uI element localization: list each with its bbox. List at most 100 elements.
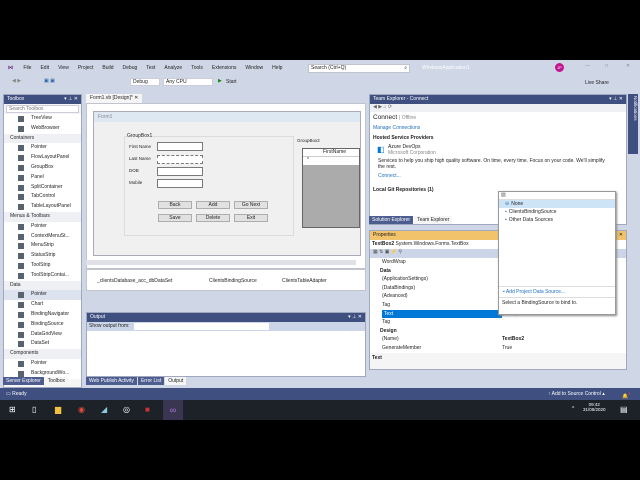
- access-icon[interactable]: ■: [145, 405, 150, 414]
- toolbox-item[interactable]: SplitContainer: [4, 183, 81, 193]
- menu-analyze[interactable]: Analyze: [164, 65, 182, 71]
- toolbox-category[interactable]: Containers: [4, 133, 81, 144]
- close-icon[interactable]: ▾ ⊥ ✕: [609, 96, 623, 103]
- live-share-button[interactable]: Live Share: [585, 80, 609, 86]
- tab-form1-design[interactable]: Form1.vb [Design]* ✕: [86, 94, 143, 103]
- menu-file[interactable]: File: [23, 65, 31, 71]
- close-icon[interactable]: ▾ ⊥ ✕: [348, 314, 362, 321]
- connect-link[interactable]: Connect...: [370, 171, 626, 181]
- toolbox-category[interactable]: Menus & Toolbars: [4, 211, 81, 222]
- menu-debug[interactable]: Debug: [123, 65, 138, 71]
- visual-studio-taskbar-icon[interactable]: ∞: [163, 400, 183, 420]
- add-project-data-source-link[interactable]: ▪ Add Project Data Source...: [499, 286, 615, 297]
- grid-new-row[interactable]: *: [303, 157, 359, 165]
- dataset-component[interactable]: _clientsDatabase_acc_dbDataSet: [97, 278, 172, 284]
- close-icon[interactable]: ▾ ⊥ ✕: [64, 96, 78, 103]
- toolbox-item[interactable]: GroupBox: [4, 163, 81, 173]
- save-button[interactable]: Save: [158, 214, 192, 222]
- notifications-strip[interactable]: Notifications: [628, 94, 638, 154]
- toolbox-item[interactable]: ContextMenuSt...: [4, 232, 81, 242]
- toolbox-item[interactable]: FlowLayoutPanel: [4, 153, 81, 163]
- tab-server-explorer[interactable]: Server Explorer: [3, 377, 44, 385]
- popup-item-clientsbindingsource[interactable]: ▪ ClientsBindingSource: [499, 208, 615, 216]
- go-next-button[interactable]: Go Next: [234, 201, 268, 209]
- menu-project[interactable]: Project: [78, 65, 94, 71]
- property-row[interactable]: Tag: [370, 318, 626, 327]
- property-value[interactable]: True: [502, 344, 512, 353]
- toolbox-item[interactable]: Pointer: [4, 222, 81, 232]
- tab-toolbox[interactable]: Toolbox: [44, 377, 68, 385]
- source-control-button[interactable]: ↑ Add to Source Control ▴: [548, 388, 605, 400]
- toolbox-item[interactable]: TabControl: [4, 192, 81, 202]
- menu-test[interactable]: Test: [146, 65, 155, 71]
- property-row[interactable]: GenerateMember True: [370, 344, 626, 353]
- menu-view[interactable]: View: [58, 65, 69, 71]
- save-icon[interactable]: ▣ ▣: [44, 78, 55, 84]
- toolbox-item[interactable]: BindingSource: [4, 320, 81, 330]
- grid-column-header[interactable]: FirstName: [303, 149, 359, 157]
- hosted-providers-heading[interactable]: Hosted Service Providers: [370, 133, 626, 143]
- task-view-icon[interactable]: ▯: [32, 405, 36, 414]
- search-input[interactable]: Search (Ctrl+Q) ⌕: [308, 64, 410, 73]
- form1[interactable]: Form1 GroupBox1 First Name Last Name DOB…: [93, 111, 361, 256]
- toolbox-item[interactable]: DataGridView: [4, 330, 81, 340]
- property-value[interactable]: TextBox2: [502, 335, 524, 344]
- menu-extensions[interactable]: Extensions: [212, 65, 236, 71]
- toolbox-item[interactable]: Pointer: [4, 290, 81, 301]
- dob-textbox[interactable]: [157, 167, 203, 176]
- menu-help[interactable]: Help: [272, 65, 282, 71]
- tab-web-publish-activity[interactable]: Web Publish Activity: [86, 377, 137, 385]
- add-button[interactable]: Add: [196, 201, 230, 209]
- tab-error-list[interactable]: Error List: [137, 377, 165, 385]
- action-center-icon[interactable]: ▤: [620, 405, 628, 414]
- toolbox-item[interactable]: WebBrowser: [4, 124, 81, 134]
- back-icon[interactable]: ◀ ▶: [12, 78, 21, 84]
- mobile-textbox[interactable]: [157, 179, 203, 188]
- popup-item-other-data-sources[interactable]: ▪ Other Data Sources: [499, 216, 615, 224]
- toolbox-item[interactable]: BindingNavigator: [4, 310, 81, 320]
- toolbox-item[interactable]: ToolStripContai...: [4, 271, 81, 281]
- toolbox-item[interactable]: DataSet: [4, 339, 81, 349]
- show-output-select[interactable]: [133, 323, 269, 330]
- file-explorer-icon[interactable]: ▆: [55, 405, 61, 414]
- property-row[interactable]: Design: [370, 327, 626, 336]
- table-adapter-component[interactable]: ClientsTableAdapter: [282, 278, 327, 284]
- toolbox-item[interactable]: TableLayoutPanel: [4, 202, 81, 212]
- back-button[interactable]: Back: [158, 201, 192, 209]
- toolbox-search-input[interactable]: Search Toolbox: [6, 105, 79, 113]
- binding-source-component[interactable]: ClientsBindingSource: [209, 278, 257, 284]
- toolbox-item[interactable]: Pointer: [4, 143, 81, 153]
- toolbox-item[interactable]: StatusStrip: [4, 251, 81, 261]
- toolbox-item[interactable]: MenuStrip: [4, 241, 81, 251]
- avatar[interactable]: JP: [555, 63, 564, 72]
- menu-tools[interactable]: Tools: [191, 65, 203, 71]
- app-icon[interactable]: ◢: [101, 405, 107, 414]
- config-select[interactable]: Debug: [130, 78, 160, 86]
- tab-solution-explorer[interactable]: Solution Explorer: [369, 216, 414, 224]
- chrome-icon[interactable]: ◉: [78, 405, 85, 414]
- toolbox-category[interactable]: Data: [4, 280, 81, 291]
- exit-button[interactable]: Exit: [234, 214, 268, 222]
- toolbox-category[interactable]: Components: [4, 349, 81, 359]
- menu-window[interactable]: Window: [245, 65, 263, 71]
- last-name-textbox[interactable]: [157, 155, 203, 164]
- minimize-button[interactable]: —: [585, 63, 590, 69]
- tray-chevron-icon[interactable]: ^: [572, 406, 574, 412]
- windows-start-icon[interactable]: ⊞: [9, 405, 16, 414]
- maximize-button[interactable]: □: [605, 63, 608, 69]
- designer-hscrollbar[interactable]: [86, 260, 356, 265]
- menu-build[interactable]: Build: [102, 65, 113, 71]
- tab-output[interactable]: Output: [165, 377, 187, 385]
- delete-button[interactable]: Delete: [196, 214, 230, 222]
- property-row[interactable]: (Name) TextBox2: [370, 335, 626, 344]
- manage-connections-link[interactable]: Manage Connections: [370, 123, 626, 133]
- platform-select[interactable]: Any CPU: [163, 78, 213, 86]
- output-text[interactable]: [87, 331, 365, 376]
- toolbox-item[interactable]: TreeView: [4, 114, 81, 124]
- start-button[interactable]: Start: [226, 79, 237, 85]
- data-grid-view[interactable]: FirstName *: [302, 148, 360, 228]
- toolbox-item[interactable]: ToolStrip: [4, 261, 81, 271]
- first-name-textbox[interactable]: [157, 142, 203, 151]
- close-icon[interactable]: ✕: [619, 232, 623, 239]
- obs-icon[interactable]: ◎: [123, 405, 130, 414]
